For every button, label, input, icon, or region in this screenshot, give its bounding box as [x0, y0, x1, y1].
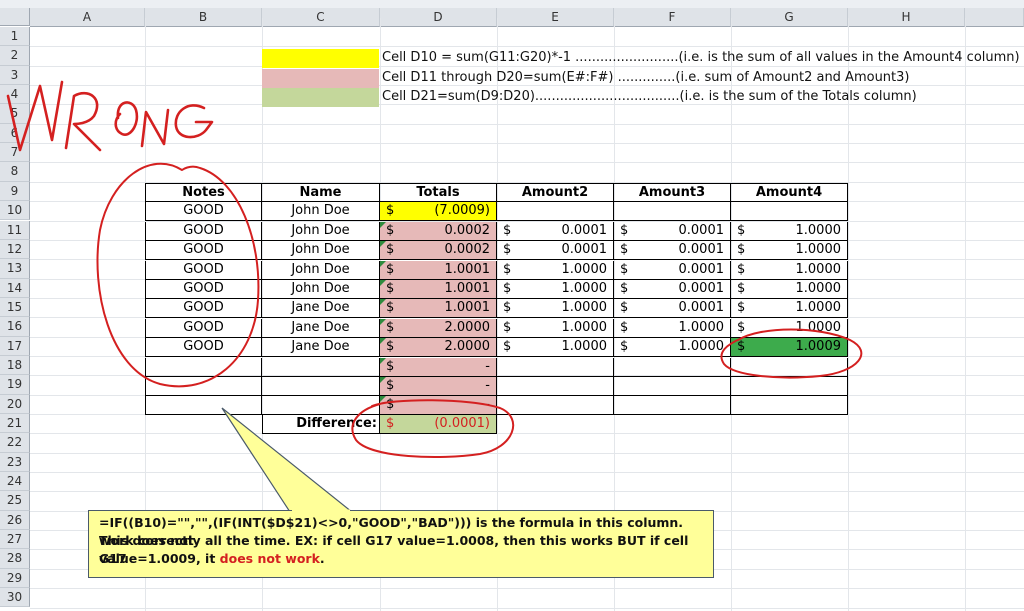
red-annotations — [6, 80, 863, 459]
